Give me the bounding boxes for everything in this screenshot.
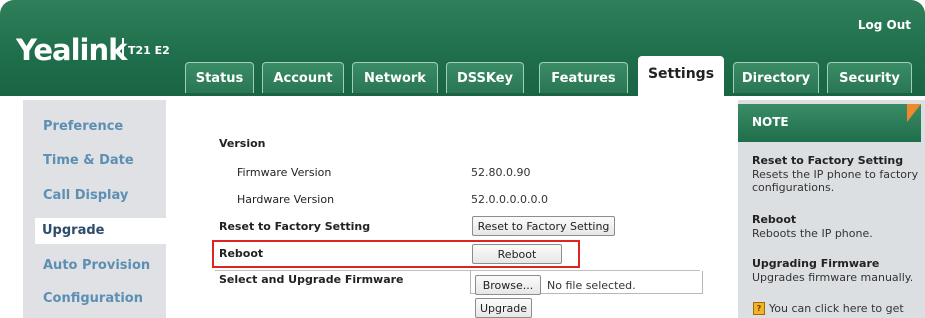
tab-status[interactable]: Status [185, 62, 254, 93]
sidebar-item-auto-provision[interactable]: Auto Provision [43, 258, 150, 273]
reboot-button[interactable]: Reboot [472, 244, 562, 264]
tab-label: Settings [647, 66, 715, 82]
reboot-label: Reboot [219, 247, 264, 260]
note-reset-text: Resets the IP phone to factory configura… [752, 168, 919, 194]
firmware-version-label: Firmware Version [237, 166, 332, 179]
tab-label: Account [273, 70, 333, 86]
tab-account[interactable]: Account [262, 62, 344, 93]
sidebar-item-configuration[interactable]: Configuration [43, 291, 143, 306]
tab-label: Security [839, 70, 900, 86]
hardware-version-label: Hardware Version [237, 193, 335, 206]
logout-link[interactable]: Log Out [858, 18, 911, 32]
help-book-icon[interactable]: ? [753, 302, 765, 315]
yealink-logo: Yealink [16, 33, 127, 67]
firmware-version-value: 52.80.0.90 [471, 166, 531, 179]
logo-separator [122, 38, 124, 60]
tab-label: DSSKey [456, 70, 514, 86]
sidebar-item-time-date[interactable]: Time & Date [43, 153, 134, 168]
upgrade-button[interactable]: Upgrade [475, 298, 532, 318]
tab-label: Directory [741, 70, 811, 86]
note-title: NOTE [752, 115, 789, 129]
tab-network[interactable]: Network [352, 62, 438, 93]
note-hint-link[interactable]: You can click here to get [769, 302, 919, 315]
tab-label: Network [364, 70, 426, 86]
note-reboot-heading: Reboot [752, 213, 797, 226]
note-corner-accent [907, 104, 921, 122]
note-upgrade-heading: Upgrading Firmware [752, 257, 880, 270]
tab-dsskey[interactable]: DSSKey [446, 62, 524, 93]
tab-label: Status [195, 70, 244, 86]
sidebar-item-upgrade[interactable]: Upgrade [35, 218, 173, 244]
reset-factory-label: Reset to Factory Setting [219, 220, 371, 233]
tab-label: Features [551, 70, 616, 86]
reset-factory-button[interactable]: Reset to Factory Setting [472, 216, 615, 236]
upgrade-firmware-label: Select and Upgrade Firmware [219, 273, 404, 286]
note-upgrade-text: Upgrades firmware manually. [752, 271, 914, 284]
model-label: T21 E2 [128, 44, 170, 57]
note-reboot-text: Reboots the IP phone. [752, 227, 873, 240]
version-heading: Version [219, 137, 266, 150]
tab-directory[interactable]: Directory [733, 62, 819, 93]
browse-button[interactable]: Browse... [475, 275, 541, 295]
file-status: No file selected. [547, 279, 636, 292]
tab-features[interactable]: Features [539, 62, 628, 93]
sidebar-item-preference[interactable]: Preference [43, 119, 123, 134]
hardware-version-value: 52.0.0.0.0.0.0 [471, 193, 548, 206]
tab-security[interactable]: Security [827, 62, 912, 93]
tab-settings[interactable]: Settings [638, 56, 724, 98]
note-reset-heading: Reset to Factory Setting [752, 154, 904, 167]
sidebar-item-call-display[interactable]: Call Display [43, 188, 128, 203]
